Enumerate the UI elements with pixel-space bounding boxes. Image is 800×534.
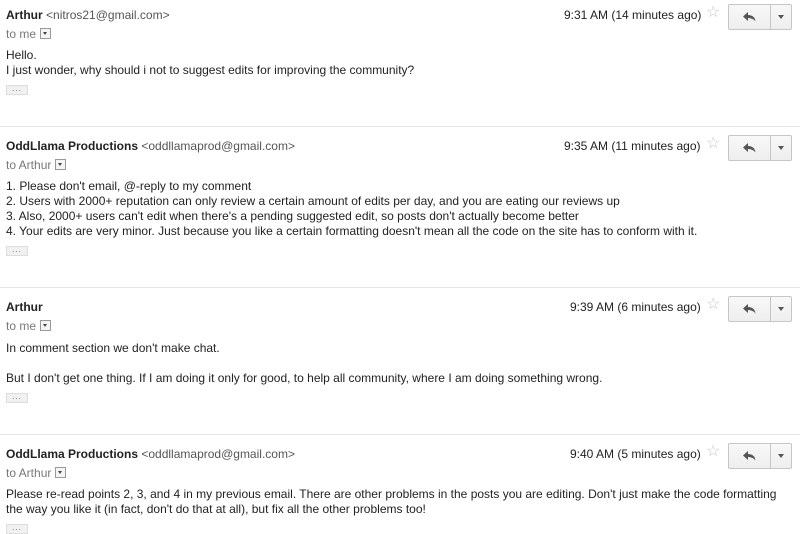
show-details-icon[interactable] — [55, 159, 67, 171]
recipient-row: to Arthur — [6, 466, 67, 480]
body-line: 4. Your edits are very minor. Just becau… — [6, 224, 698, 238]
reply-button[interactable] — [728, 443, 770, 469]
message-3: Arthur to me 9:39 AM (6 minutes ago) ☆ I… — [0, 296, 800, 430]
dropdown-caret-icon — [778, 15, 784, 19]
sender-email: <oddllamaprod@gmail.com> — [141, 139, 295, 153]
recipient-label: to Arthur — [6, 466, 52, 480]
more-options-button[interactable] — [770, 443, 792, 469]
show-details-icon[interactable] — [40, 320, 52, 332]
timestamp[interactable]: 9:39 AM (6 minutes ago) — [570, 300, 701, 314]
sender-email: <nitros21@gmail.com> — [46, 8, 170, 22]
body-line: 1. Please don't email, @-reply to my com… — [6, 179, 252, 193]
dropdown-caret-icon — [778, 307, 784, 311]
recipient-label: to me — [6, 319, 37, 333]
show-trimmed-content-button[interactable]: ... — [6, 246, 28, 256]
show-details-icon[interactable] — [55, 467, 67, 479]
body-line: Hello. — [6, 48, 37, 62]
recipient-row: to me — [6, 319, 52, 333]
message-body: In comment section we don't make chat. B… — [6, 341, 786, 386]
sender-name[interactable]: OddLlama Productions — [6, 139, 138, 153]
timestamp[interactable]: 9:31 AM (14 minutes ago) — [564, 8, 701, 22]
action-buttons — [728, 443, 792, 469]
recipient-row: to me — [6, 27, 52, 41]
reply-arrow-icon — [743, 12, 756, 22]
message-1: Arthur <nitros21@gmail.com> to me 9:31 A… — [0, 4, 800, 118]
dropdown-caret-icon — [778, 146, 784, 150]
sender-name[interactable]: Arthur — [6, 8, 43, 22]
timestamp[interactable]: 9:35 AM (11 minutes ago) — [564, 139, 701, 153]
body-line: But I don't get one thing. If I am doing… — [6, 371, 603, 385]
recipient-label: to me — [6, 27, 37, 41]
show-trimmed-content-button[interactable]: ... — [6, 524, 28, 534]
reply-button[interactable] — [728, 296, 770, 322]
message-divider — [0, 287, 800, 288]
body-line: Please re-read points 2, 3, and 4 in my … — [6, 487, 777, 516]
recipient-row: to Arthur — [6, 158, 67, 172]
body-line: In comment section we don't make chat. — [6, 341, 220, 355]
reply-button[interactable] — [728, 135, 770, 161]
body-line: 2. Users with 2000+ reputation can only … — [6, 194, 620, 208]
star-icon[interactable]: ☆ — [706, 136, 720, 152]
reply-arrow-icon — [743, 143, 756, 153]
sender-row: OddLlama Productions <oddllamaprod@gmail… — [6, 447, 295, 461]
message-divider — [0, 434, 800, 435]
more-options-button[interactable] — [770, 296, 792, 322]
reply-button[interactable] — [728, 4, 770, 30]
message-body: Please re-read points 2, 3, and 4 in my … — [6, 487, 786, 517]
reply-arrow-icon — [743, 304, 756, 314]
sender-name[interactable]: OddLlama Productions — [6, 447, 138, 461]
star-icon[interactable]: ☆ — [706, 5, 720, 21]
show-trimmed-content-button[interactable]: ... — [6, 85, 28, 95]
dropdown-caret-icon — [778, 454, 784, 458]
body-line: I just wonder, why should i not to sugge… — [6, 63, 415, 77]
sender-name[interactable]: Arthur — [6, 300, 43, 314]
recipient-label: to Arthur — [6, 158, 52, 172]
message-2: OddLlama Productions <oddllamaprod@gmail… — [0, 135, 800, 279]
message-4: OddLlama Productions <oddllamaprod@gmail… — [0, 443, 800, 534]
reply-arrow-icon — [743, 451, 756, 461]
sender-row: OddLlama Productions <oddllamaprod@gmail… — [6, 139, 295, 153]
sender-row: Arthur — [6, 300, 43, 314]
action-buttons — [728, 135, 792, 161]
more-options-button[interactable] — [770, 4, 792, 30]
message-divider — [0, 126, 800, 127]
action-buttons — [728, 4, 792, 30]
show-details-icon[interactable] — [40, 28, 52, 40]
sender-email: <oddllamaprod@gmail.com> — [141, 447, 295, 461]
message-body: 1. Please don't email, @-reply to my com… — [6, 179, 786, 239]
body-line: 3. Also, 2000+ users can't edit when the… — [6, 209, 579, 223]
sender-row: Arthur <nitros21@gmail.com> — [6, 8, 170, 22]
star-icon[interactable]: ☆ — [706, 444, 720, 460]
action-buttons — [728, 296, 792, 322]
timestamp[interactable]: 9:40 AM (5 minutes ago) — [570, 447, 701, 461]
show-trimmed-content-button[interactable]: ... — [6, 393, 28, 403]
star-icon[interactable]: ☆ — [706, 297, 720, 313]
more-options-button[interactable] — [770, 135, 792, 161]
message-body: Hello. I just wonder, why should i not t… — [6, 48, 786, 78]
